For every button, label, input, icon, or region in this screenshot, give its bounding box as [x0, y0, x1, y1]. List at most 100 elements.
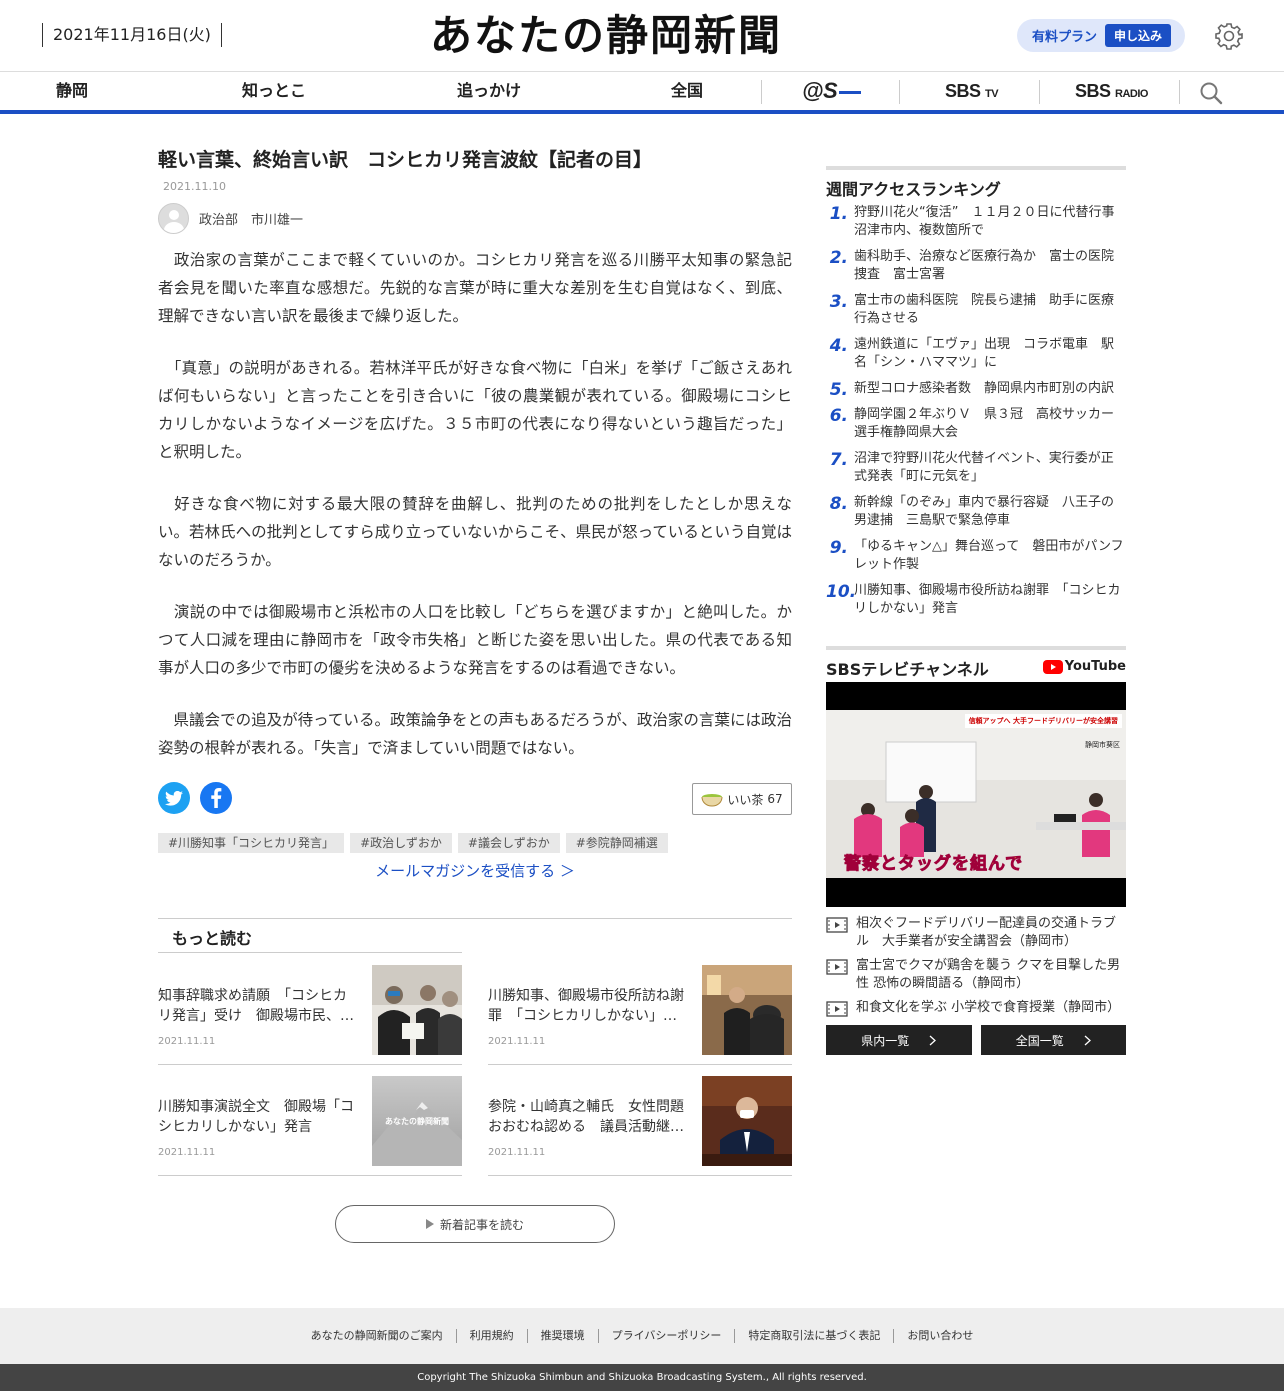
play-icon: [425, 1219, 434, 1229]
ranking-list: 1. 狩野川花火“復活” １１月２０日に代替行事 沼津市内、複数箇所で 2. 歯科助…: [826, 204, 1128, 626]
nav-okkake[interactable]: 追っかけ: [457, 72, 521, 110]
video-icon: [826, 1001, 848, 1017]
article-title: 軽い言葉、終始言い訳 コシヒカリ発言波紋【記者の目】: [158, 149, 653, 171]
related-date: 2021.11.11: [488, 1036, 546, 1047]
placeholder-thumbnail: あなたの静岡新聞: [372, 1076, 462, 1166]
good-tea-label: いい茶: [727, 792, 764, 807]
more-heading: もっと読む: [158, 919, 462, 953]
youtube-logo[interactable]: YouTube: [1042, 659, 1126, 674]
related-date: 2021.11.11: [488, 1147, 546, 1158]
footer-link-contact[interactable]: お問い合わせ: [893, 1329, 986, 1343]
search-icon[interactable]: [1199, 81, 1223, 105]
sidebar: 週間アクセスランキング 1. 狩野川花火“復活” １１月２０日に代替行事 沼津市内…: [826, 166, 1128, 1055]
related-thumbnail: [372, 965, 462, 1055]
national-list-button[interactable]: 全国一覧: [980, 1025, 1126, 1055]
related-title: 知事辞職求め請願 「コシヒカリ発言」受け 御殿場市民、県議会に: [158, 988, 354, 1024]
related-title: 川勝知事演説全文 御殿場「コシヒカリしかない」発言: [158, 1099, 354, 1135]
footer-link-terms[interactable]: 利用規約: [455, 1329, 527, 1343]
video-list-item[interactable]: 和食文化を学ぶ 小学校で食育授業（静岡市）: [826, 999, 1126, 1017]
video-list-item[interactable]: 相次ぐフードデリバリー配達員の交通トラブル 大手業者が安全講習会（静岡市）: [826, 915, 1126, 951]
footer-link-about[interactable]: あなたの静岡新聞のご案内: [298, 1329, 456, 1343]
gear-icon[interactable]: [1214, 21, 1244, 51]
article-date: 2021.11.10: [163, 180, 226, 193]
tea-cup-icon: [701, 794, 723, 807]
nav-divider: [761, 80, 762, 104]
related-date: 2021.11.11: [158, 1036, 216, 1047]
ranking-item[interactable]: 3. 富士市の歯科医院 院長ら逮捕 助手に医療行為させる: [826, 292, 1126, 336]
tag-list: #川勝知事「コシヒカリ発言」 #政治しずおか #議会しずおか #参院静岡補選: [158, 833, 668, 853]
related-thumbnail: [702, 965, 792, 1055]
video-caption-main: 警察とタッグを組んで: [844, 854, 1024, 875]
paid-plan-banner[interactable]: 有料プラン 申し込み: [1017, 19, 1185, 52]
related-article-card[interactable]: 川勝知事、御殿場市役所訪ね謝罪 「コシヒカリしかない」発言 2021.11.11: [488, 954, 792, 1065]
copyright: Copyright The Shizuoka Shimbun and Shizu…: [0, 1364, 1284, 1391]
chevron-right-icon: [929, 1035, 937, 1045]
share-buttons: [158, 782, 232, 814]
footer-link-privacy[interactable]: プライバシーポリシー: [597, 1329, 735, 1343]
chevron-right-icon: [1084, 1035, 1091, 1045]
ranking-item[interactable]: 10. 川勝知事、御殿場市役所訪ね謝罪 「コシヒカリしかない」発言: [826, 582, 1126, 626]
video-list: 相次ぐフードデリバリー配達員の交通トラブル 大手業者が安全講習会（静岡市） 富士…: [826, 915, 1126, 1017]
good-tea-button[interactable]: いい茶 67: [692, 783, 792, 815]
ranking-item[interactable]: 2. 歯科助手、治療など医療行為か 富士の医院捜査 富士宮署: [826, 248, 1126, 292]
footer-link-commercial[interactable]: 特定商取引法に基づく表記: [734, 1329, 893, 1343]
nav-shittoko[interactable]: 知っとこ: [242, 72, 306, 110]
nav-sbs-tv[interactable]: SBS TV: [945, 72, 999, 110]
sbs-tv-channel: SBSテレビチャンネル YouTube 信頼アップへ 大手フードデリバリーが安全…: [826, 646, 1126, 1055]
article-body: 政治家の言葉がここまで軽くていいのか。コシヒカリ発言を巡る川勝平太知事の緊急記者…: [158, 246, 792, 762]
ranking-item[interactable]: 6. 静岡学園２年ぶりＶ 県３冠 高校サッカー選手権静岡県大会: [826, 406, 1126, 450]
tag[interactable]: #参院静岡補選: [565, 833, 668, 853]
ranking-item[interactable]: 4. 遠州鉄道に「エヴァ」出現 コラボ電車 駅名「シン・ハママツ」に: [826, 336, 1126, 380]
subscribe-button[interactable]: 申し込み: [1105, 24, 1172, 47]
related-article-card[interactable]: 参院・山崎真之輔氏 女性問題おおむね認める 議員活動継続の意向 2021.11.…: [488, 1065, 792, 1176]
author-avatar-icon: [158, 203, 189, 234]
tag[interactable]: #議会しずおか: [457, 833, 560, 853]
nav-at-s-logo[interactable]: @S: [802, 72, 862, 110]
tag[interactable]: #川勝知事「コシヒカリ発言」: [158, 833, 345, 853]
ranking-item[interactable]: 1. 狩野川花火“復活” １１月２０日に代替行事 沼津市内、複数箇所で: [826, 204, 1128, 248]
footer-links: あなたの静岡新聞のご案内 利用規約 推奨環境 プライバシーポリシー 特定商取引法…: [0, 1308, 1284, 1364]
more-articles: もっと読む 知事辞職求め請願 「コシヒカリ発言」受け 御殿場市民、県議会に 20…: [158, 918, 792, 1176]
nav-divider: [1179, 80, 1180, 104]
video-icon: [826, 917, 848, 933]
related-thumbnail: [702, 1076, 792, 1166]
newsletter-link[interactable]: メールマガジンを受信する ＞: [158, 860, 792, 881]
article-paragraph: 政治家の言葉がここまで軽くていいのか。コシヒカリ発言を巡る川勝平太知事の緊急記者…: [158, 251, 792, 325]
nav-zenkoku[interactable]: 全国: [671, 72, 703, 110]
video-player[interactable]: 信頼アップへ 大手フードデリバリーが安全講習 静岡市葵区 警察とタッグを組んで: [826, 682, 1126, 907]
tag[interactable]: #政治しずおか: [350, 833, 452, 853]
video-icon: [826, 959, 848, 975]
nav-sbs-radio[interactable]: SBS RADIO: [1075, 72, 1148, 110]
related-article-card[interactable]: 知事辞職求め請願 「コシヒカリ発言」受け 御殿場市民、県議会に 2021.11.…: [158, 954, 462, 1065]
ranking-heading: 週間アクセスランキング: [826, 166, 1126, 199]
video-caption-top: 信頼アップへ 大手フードデリバリーが安全講習: [964, 714, 1122, 728]
nav-divider: [899, 80, 900, 104]
video-list-buttons: 県内一覧 全国一覧: [826, 1025, 1126, 1055]
article: 軽い言葉、終始言い訳 コシヒカリ発言波紋【記者の目】 2021.11.10 政治…: [158, 146, 792, 1243]
placeholder-logo: あなたの静岡新聞: [385, 1116, 449, 1126]
author-name: 政治部 市川雄一: [199, 213, 304, 228]
related-article-card[interactable]: 川勝知事演説全文 御殿場「コシヒカリしかない」発言 2021.11.11 あなた…: [158, 1065, 462, 1176]
facebook-icon[interactable]: [200, 782, 232, 814]
footer-link-environment[interactable]: 推奨環境: [526, 1329, 598, 1343]
nav-shizuoka[interactable]: 静岡: [56, 72, 88, 110]
ranking-item[interactable]: 9. 「ゆるキャン△」舞台巡って 磐田市がパンフレット作製: [826, 538, 1126, 582]
related-title: 川勝知事、御殿場市役所訪ね謝罪 「コシヒカリしかない」発言: [488, 988, 684, 1024]
video-list-item[interactable]: 富士宮でクマが鶏舎を襲う クマを目撃した男性 恐怖の瞬間語る（静岡市）: [826, 957, 1126, 993]
site-logo[interactable]: あなたの静岡新聞: [430, 8, 782, 64]
prefecture-list-button[interactable]: 県内一覧: [826, 1025, 972, 1055]
twitter-icon[interactable]: [158, 782, 190, 814]
read-latest-button[interactable]: 新着記事を読む: [335, 1205, 615, 1243]
paid-plan-label: 有料プラン: [1032, 30, 1098, 45]
ranking-item[interactable]: 8. 新幹線「のぞみ」車内で暴行容疑 八王子の男逮捕 三島駅で緊急停車: [826, 494, 1126, 538]
main-nav: 静岡 知っとこ 追っかけ 全国 @S SBS TV SBS RADIO: [0, 72, 1284, 114]
article-paragraph: 好きな食べ物に対する最大限の賛辞を曲解し、批判のための批判をしたとしか思えない。…: [158, 495, 792, 569]
article-paragraph: 県議会での追及が待っている。政策論争をとの声もあるだろうが、政治家の言葉には政治…: [158, 711, 792, 757]
good-tea-count: 67: [767, 792, 783, 806]
nav-divider: [1039, 80, 1040, 104]
article-paragraph: 演説の中では御殿場市と浜松市の人口を比較し「どちらを選びますか」と絶叫した。かつ…: [158, 603, 792, 677]
ranking-item[interactable]: 7. 沼津で狩野川花火代替イベント、実行委が正式発表「町に元気を」: [826, 450, 1126, 494]
ranking-item[interactable]: 5. 新型コロナ感染者数 静岡県内市町別の内訳: [826, 380, 1126, 406]
top-header: 2021年11月16日(火) あなたの静岡新聞 有料プラン 申し込み: [0, 0, 1284, 72]
related-title: 参院・山崎真之輔氏 女性問題おおむね認める 議員活動継続の意向: [488, 1099, 684, 1135]
